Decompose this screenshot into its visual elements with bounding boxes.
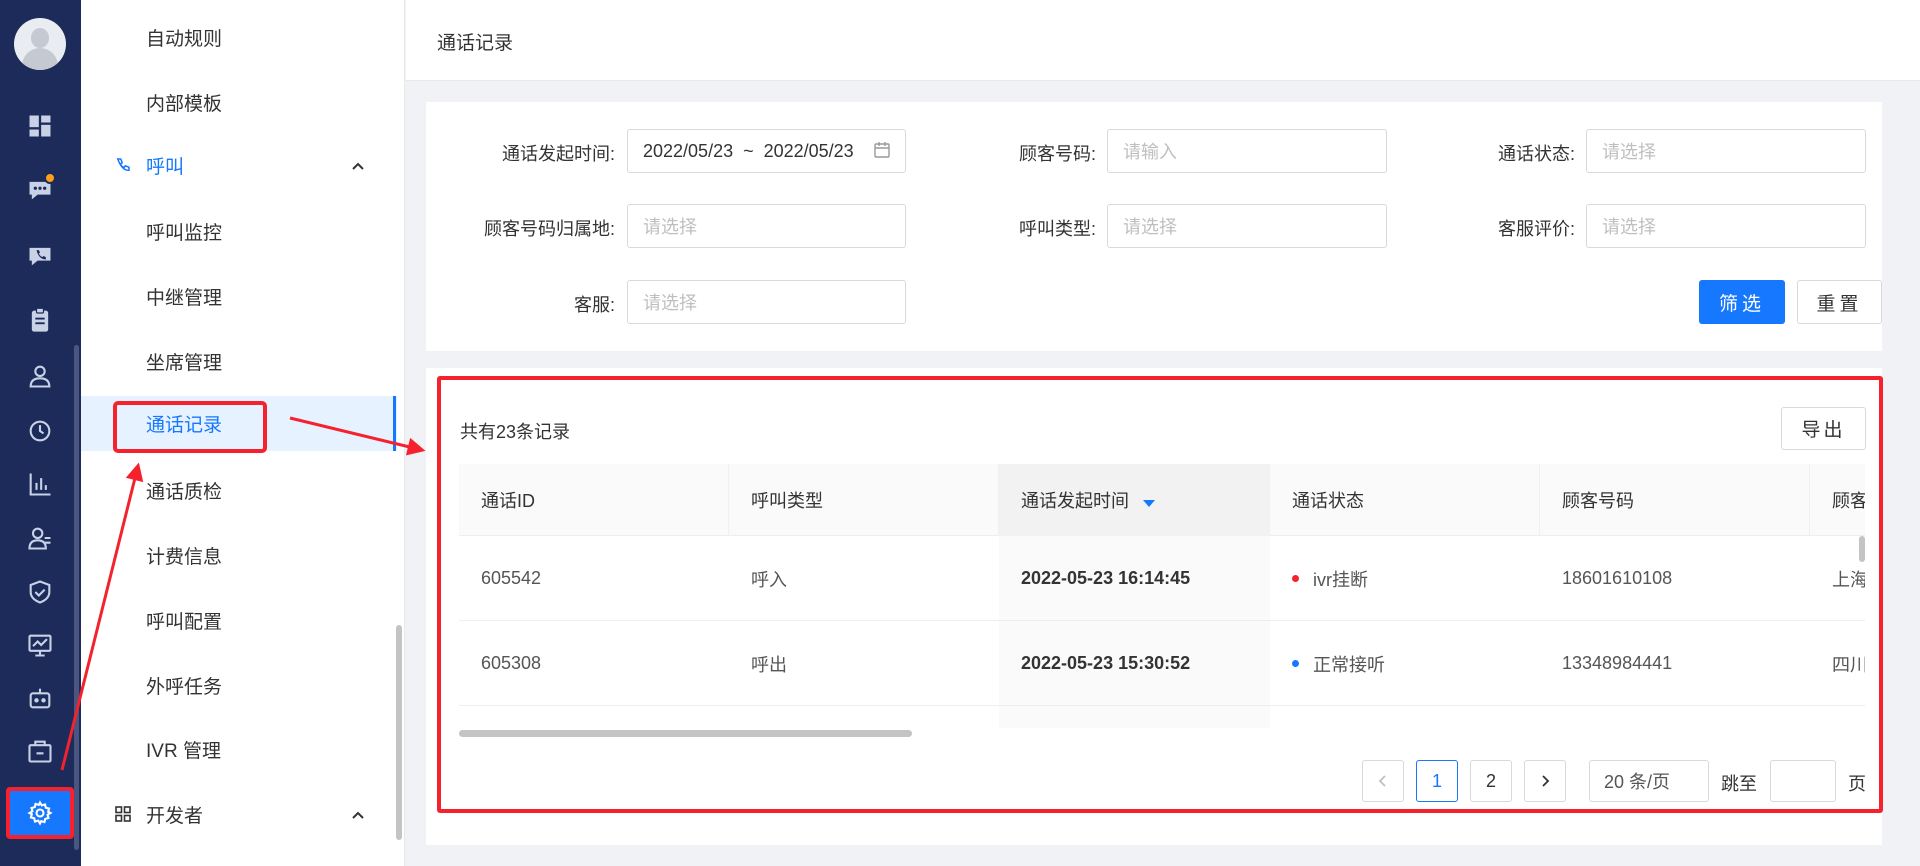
arrow-to-table xyxy=(289,416,426,456)
annotation-arrows xyxy=(60,416,426,771)
arrow-to-menu xyxy=(60,462,144,771)
